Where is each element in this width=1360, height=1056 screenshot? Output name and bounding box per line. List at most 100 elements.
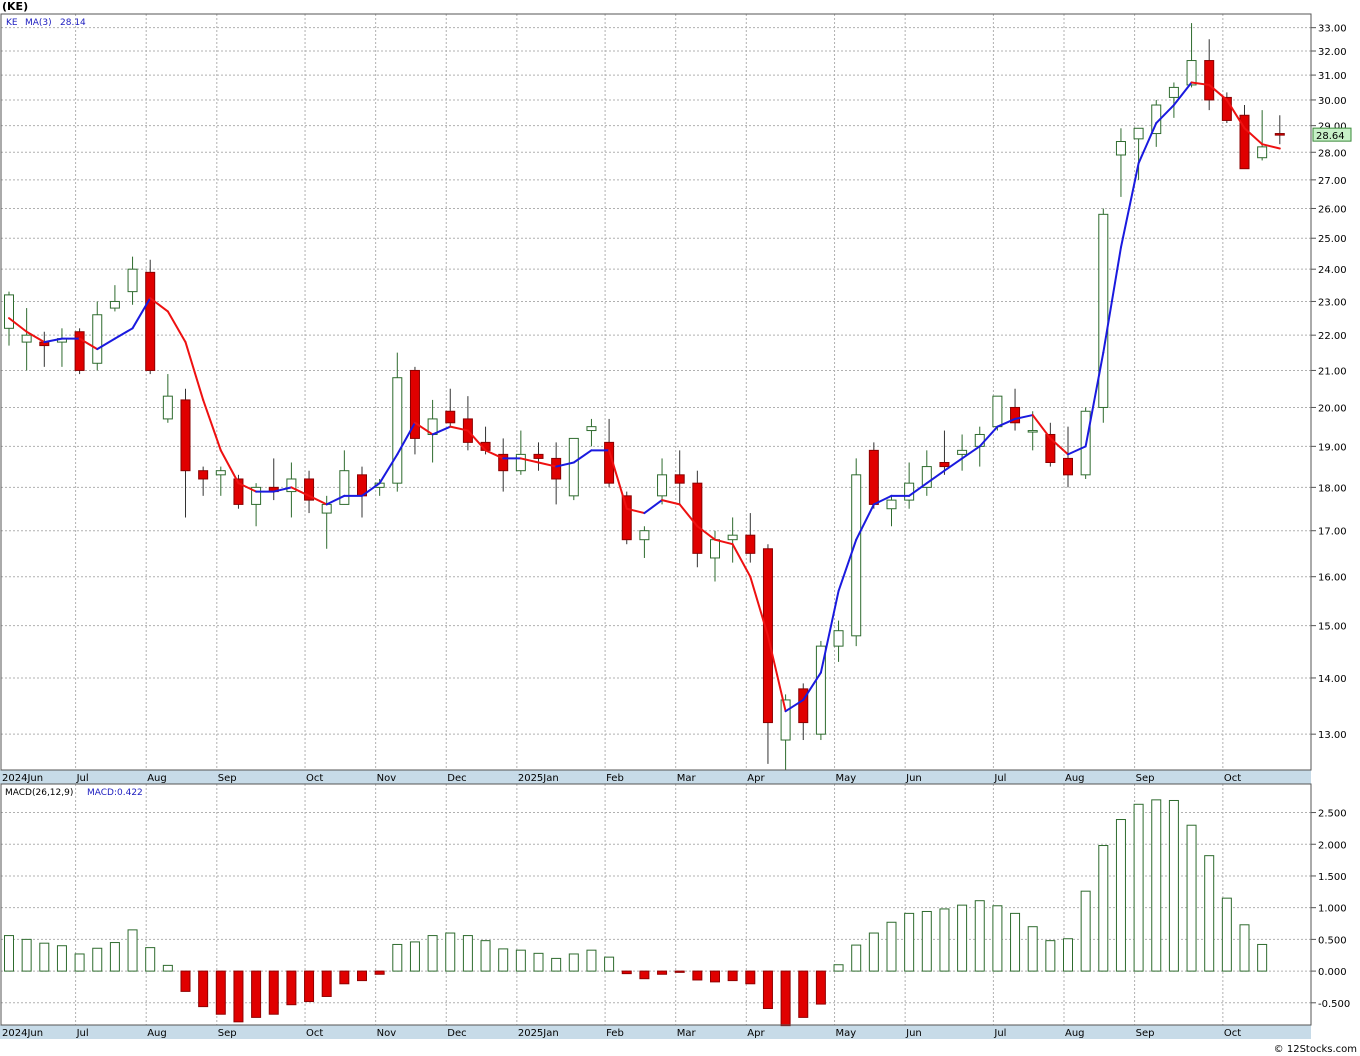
candle-body <box>1063 457 1073 476</box>
down-candle <box>868 442 879 509</box>
down-candle <box>74 328 85 375</box>
macd-bar-negative <box>798 970 809 1018</box>
price-x-label: Aug <box>147 773 167 784</box>
symbol-title: (KE) <box>2 0 28 13</box>
price-tick-label: 15.00 <box>1318 622 1347 633</box>
candle-body <box>1098 213 1109 408</box>
candle-body <box>657 474 668 497</box>
macd-value-label: MACD:0.422 <box>87 788 143 798</box>
candle-body <box>392 377 403 484</box>
macd-x-label: Mar <box>677 1028 697 1039</box>
candle-body <box>1257 146 1268 159</box>
macd-label: MACD(26,12,9) <box>5 788 73 798</box>
candle-body <box>21 334 32 343</box>
price-tick-label: 13.00 <box>1318 730 1347 741</box>
candle-body <box>639 530 650 541</box>
macd-bar-positive <box>1045 940 1056 972</box>
legend-symbol: KE <box>6 18 18 28</box>
macd-bar-positive <box>1080 890 1091 972</box>
price-x-label: May <box>836 773 857 784</box>
macd-bar-positive <box>586 949 597 972</box>
macd-bar-negative <box>815 970 826 1005</box>
candle-body <box>339 470 350 505</box>
price-x-label: Dec <box>447 773 466 784</box>
last-price-label: 28.64 <box>1316 131 1345 142</box>
macd-x-label: 2025Jan <box>518 1028 559 1039</box>
price-x-label: Oct <box>306 773 323 784</box>
price-tick-label: 16.00 <box>1318 573 1347 584</box>
macd-tick-label: -0.500 <box>1318 999 1350 1010</box>
candle-body <box>674 474 685 484</box>
candle-body <box>74 331 85 371</box>
macd-bar-positive <box>1098 845 1109 972</box>
price-tick-label: 23.00 <box>1318 297 1347 308</box>
macd-bar-negative <box>727 970 738 982</box>
macd-bar-positive <box>498 948 509 972</box>
candle-body <box>1133 127 1144 140</box>
macd-bar-positive <box>851 944 862 972</box>
candle-body <box>1168 86 1179 98</box>
price-x-label: Feb <box>606 773 624 784</box>
candle-body <box>992 395 1003 428</box>
macd-bar-positive <box>868 932 879 972</box>
candle-body <box>727 534 738 541</box>
candle-body <box>445 410 456 424</box>
macd-x-label: Nov <box>377 1028 397 1039</box>
macd-bar-positive <box>480 940 491 972</box>
macd-bar-positive <box>109 942 120 972</box>
macd-bar-positive <box>56 945 67 972</box>
macd-bar-positive <box>1133 803 1144 972</box>
macd-bar-positive <box>74 953 85 972</box>
price-tick-label: 24.00 <box>1318 265 1347 276</box>
macd-bar-positive <box>4 935 14 972</box>
candle-body <box>127 268 138 293</box>
macd-tick-label: 0.000 <box>1318 967 1347 978</box>
candle-body <box>162 395 173 420</box>
candle-body <box>1115 141 1126 156</box>
candle-body <box>851 474 862 637</box>
macd-bar-positive <box>462 935 473 972</box>
macd-bar-negative <box>180 970 191 992</box>
down-candle <box>233 474 244 509</box>
candle-body <box>109 300 120 309</box>
price-tick-label: 14.00 <box>1318 674 1347 685</box>
macd-x-label: Apr <box>747 1028 765 1039</box>
macd-tick-label: 0.500 <box>1318 935 1347 946</box>
price-x-label: Sep <box>218 773 237 784</box>
candle-body <box>957 449 968 455</box>
macd-x-label: Aug <box>1065 1028 1085 1039</box>
price-tick-label: 33.00 <box>1318 24 1347 35</box>
candle-body <box>1186 60 1197 86</box>
macd-bar-negative <box>286 970 297 1006</box>
macd-bar-positive <box>886 921 897 972</box>
candle-body <box>692 482 703 554</box>
candle-body <box>939 461 950 468</box>
price-tick-label: 30.00 <box>1318 96 1347 107</box>
macd-bar-positive <box>1168 799 1179 972</box>
macd-tick-label: 2.500 <box>1318 809 1347 820</box>
macd-bar-negative <box>745 970 756 985</box>
macd-date-axis <box>0 1025 1311 1039</box>
macd-bar-negative <box>215 970 226 1015</box>
macd-bar-negative <box>251 970 262 1018</box>
macd-x-label: Oct <box>1224 1028 1241 1039</box>
macd-bar-positive <box>1186 824 1197 972</box>
macd-bar-positive <box>974 900 985 972</box>
price-x-label: Oct <box>1224 773 1241 784</box>
macd-bar-positive <box>162 964 173 972</box>
candle-body <box>780 699 791 741</box>
macd-bar-negative <box>198 970 209 1008</box>
candle-body <box>4 294 14 329</box>
macd-x-label: Jul <box>993 1028 1006 1039</box>
price-x-label: Jun <box>905 773 922 784</box>
price-tick-label: 28.00 <box>1318 148 1347 159</box>
price-tick-label: 18.00 <box>1318 483 1347 494</box>
price-tick-label: 22.00 <box>1318 331 1347 342</box>
macd-bar-positive <box>957 904 968 972</box>
macd-bar-negative <box>357 970 367 982</box>
candle-body <box>92 314 103 364</box>
macd-bar-positive <box>127 929 138 972</box>
up-candle <box>568 437 579 501</box>
macd-bar-negative <box>321 970 332 997</box>
macd-bar-positive <box>1239 924 1250 972</box>
